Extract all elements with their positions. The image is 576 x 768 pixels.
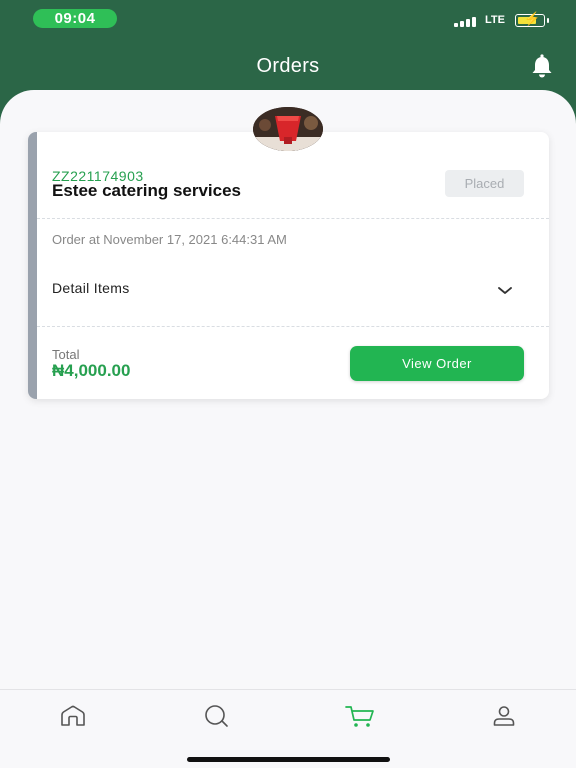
nav-home-icon[interactable] xyxy=(57,704,89,728)
vendor-avatar xyxy=(253,107,323,151)
order-card[interactable]: ZZ221174903 Estee catering services Plac… xyxy=(28,132,549,399)
total-label: Total xyxy=(52,347,80,362)
divider xyxy=(37,218,549,219)
nav-profile-icon[interactable] xyxy=(488,704,520,728)
charging-bolt-icon: ⚡ xyxy=(524,11,541,26)
chevron-down-icon xyxy=(498,283,512,294)
app-header: Orders xyxy=(0,40,576,90)
detail-items-toggle[interactable]: Detail Items xyxy=(37,269,549,305)
home-indicator xyxy=(187,757,390,762)
nav-chat-icon[interactable] xyxy=(200,704,232,728)
bell-icon[interactable] xyxy=(527,52,557,82)
order-date: Order at November 17, 2021 6:44:31 AM xyxy=(52,232,287,247)
status-time: 09:04 xyxy=(33,9,117,28)
nav-cart-icon[interactable] xyxy=(344,704,376,728)
vendor-name: Estee catering services xyxy=(52,181,242,200)
detail-items-label: Detail Items xyxy=(52,280,130,296)
status-badge: Placed xyxy=(445,170,524,197)
signal-icon xyxy=(454,13,480,27)
divider xyxy=(37,326,549,327)
status-bar: 09:04 LTE ⚡ xyxy=(0,0,576,40)
network-type: LTE xyxy=(485,14,505,26)
card-accent-bar xyxy=(28,132,37,399)
page-title: Orders xyxy=(256,55,320,77)
battery-tip xyxy=(547,18,549,23)
view-order-button[interactable]: View Order xyxy=(350,346,524,381)
total-value: ₦4,000.00 xyxy=(52,361,131,380)
